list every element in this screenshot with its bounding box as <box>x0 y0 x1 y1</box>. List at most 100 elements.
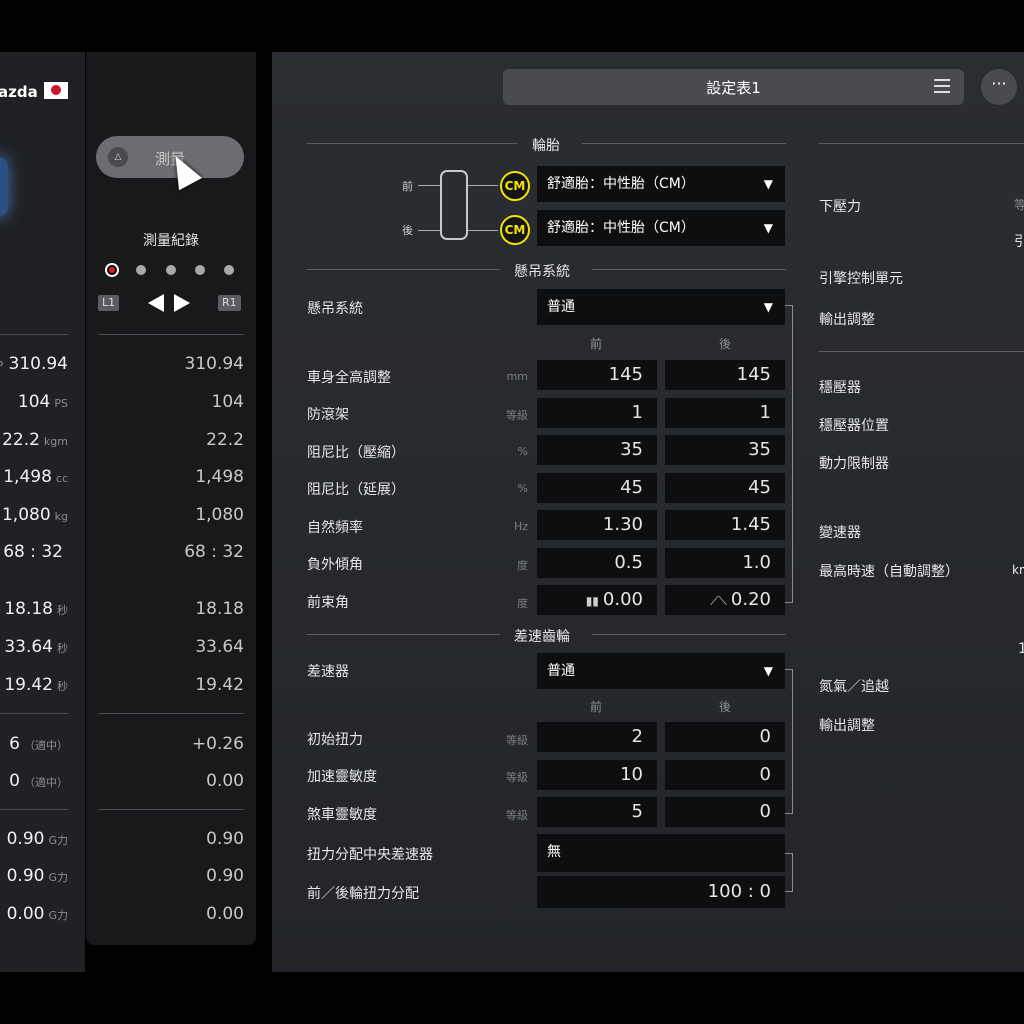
natural-frequency-rear[interactable]: 1.45 <box>665 510 785 540</box>
log-slot-2[interactable] <box>136 265 146 275</box>
nitrous-label: 氮氣／追越 <box>819 679 889 695</box>
tire-compound-badge-icon: CM <box>500 171 530 201</box>
car-manufacturer: azda <box>0 83 38 101</box>
ballast-position-label: 穩壓器位置 <box>819 418 889 434</box>
ride-height-rear[interactable]: 145 <box>665 360 785 390</box>
suspension-type-select[interactable]: 普通 ▼ <box>537 289 785 325</box>
r1-button[interactable]: R1 <box>218 295 241 311</box>
ecu-label: 引擎控制單元 <box>819 271 903 287</box>
damping-extension-label: 阻尼比（延展） <box>307 482 405 498</box>
more-options-button[interactable]: ··· <box>981 69 1017 105</box>
initial-torque-rear[interactable]: 0 <box>665 722 785 752</box>
compare-value: 33.64 <box>195 637 244 657</box>
axle-line <box>418 230 440 231</box>
natural-frequency-label: 自然頻率 <box>307 520 363 536</box>
bracket <box>785 305 793 603</box>
partial-text: km <box>1012 563 1024 577</box>
torque-split-value[interactable]: 100 : 0 <box>537 876 785 908</box>
unit-label: 等級 <box>506 409 528 422</box>
torque-split-label: 前／後輪扭力分配 <box>307 886 419 902</box>
section-title-tires: 輪胎 <box>532 138 560 154</box>
divider <box>98 334 244 335</box>
compare-value: +0.26 <box>191 734 244 754</box>
partial-text: 1 <box>1018 641 1024 657</box>
ride-height-front[interactable]: 145 <box>537 360 657 390</box>
compare-value: 1,498 <box>195 467 244 487</box>
spec-pp: P 310.94 <box>0 354 68 374</box>
accel-sensitivity-rear[interactable]: 0 <box>665 760 785 790</box>
anti-roll-bar-rear[interactable]: 1 <box>665 398 785 428</box>
toe-in-icon: ▮▮ <box>585 594 599 608</box>
log-slot-3[interactable] <box>166 265 176 275</box>
divider <box>98 809 244 810</box>
log-slot-5[interactable] <box>224 265 234 275</box>
damping-compression-rear[interactable]: 35 <box>665 435 785 465</box>
rear-header: 後 <box>719 700 732 714</box>
unit-label: 等級 <box>506 771 528 784</box>
toe-front[interactable]: ▮▮ 0.00 <box>537 585 657 615</box>
axle-line <box>418 185 440 186</box>
l1-button[interactable]: L1 <box>98 295 120 311</box>
damping-extension-front[interactable]: 45 <box>537 473 657 503</box>
spec-braking: 19.42 秒 <box>4 675 68 695</box>
setting-sheet-selector[interactable]: 設定表1 <box>503 69 964 105</box>
dropdown-arrow-icon: ▼ <box>763 300 773 314</box>
accel-sensitivity-front[interactable]: 10 <box>537 760 657 790</box>
accel-sensitivity-label: 加速靈敏度 <box>307 769 377 785</box>
rear-tire-select[interactable]: 舒適胎：中性胎（CM） ▼ <box>537 210 785 246</box>
section-divider <box>819 351 1024 352</box>
divider <box>0 713 68 714</box>
rear-axle-label: 後 <box>402 224 413 237</box>
natural-frequency-front[interactable]: 1.30 <box>537 510 657 540</box>
ride-height-label: 車身全高調整 <box>307 370 391 386</box>
damping-compression-front[interactable]: 35 <box>537 435 657 465</box>
compare-value: 0.90 <box>206 829 244 849</box>
toe-label: 前束角 <box>307 595 349 611</box>
brake-sensitivity-rear[interactable]: 0 <box>665 797 785 827</box>
damping-compression-label: 阻尼比（壓縮） <box>307 445 405 461</box>
tire-compound-badge-icon: CM <box>500 215 530 245</box>
prev-arrow-icon[interactable] <box>148 294 164 312</box>
spec-g-1: 0.90 G力 <box>6 829 68 849</box>
unit-label: 度 <box>517 597 528 610</box>
compare-value: 310.94 <box>184 354 244 374</box>
ballast-label: 穩壓器 <box>819 380 861 396</box>
tuning-settings-panel: 設定表1 ··· 輪胎 前 後 CM CM 舒適胎：中性胎（CM） ▼ 舒適胎：中… <box>272 52 1024 972</box>
brake-sensitivity-front[interactable]: 5 <box>537 797 657 827</box>
initial-torque-front[interactable]: 2 <box>537 722 657 752</box>
section-divider <box>592 269 786 270</box>
rear-header: 後 <box>719 337 732 351</box>
compare-value: 18.18 <box>195 599 244 619</box>
car-spec-panel: azda P 310.94 104PS 22.2kgm 1,498cc 1,08… <box>0 52 85 972</box>
transmission-label: 變速器 <box>819 525 861 541</box>
dropdown-arrow-icon: ▼ <box>763 664 773 678</box>
front-tire-select[interactable]: 舒適胎：中性胎（CM） ▼ <box>537 166 785 202</box>
japan-flag-icon <box>44 82 68 99</box>
measurement-compare-panel: △ 測量 測量紀錄 L1 R1 310.94 104 22.2 1,498 1,… <box>86 52 256 945</box>
differential-type-label: 差速器 <box>307 664 349 680</box>
camber-rear[interactable]: 1.0 <box>665 548 785 578</box>
spec-balance-1: 6 （適中） <box>9 734 68 754</box>
center-diff-label: 扭力分配中央差速器 <box>307 847 433 863</box>
initial-torque-label: 初始扭力 <box>307 732 363 748</box>
differential-type-select[interactable]: 普通 ▼ <box>537 653 785 689</box>
toe-rear[interactable]: ⟋⟍ 0.20 <box>665 585 785 615</box>
section-divider <box>592 634 786 635</box>
spec-g-2: 0.90 G力 <box>6 866 68 886</box>
compare-value: 1,080 <box>195 505 244 525</box>
output-adjust-2-label: 輸出調整 <box>819 718 875 734</box>
log-slot-1[interactable] <box>105 263 119 277</box>
camber-label: 負外傾角 <box>307 557 363 573</box>
section-divider <box>582 143 786 144</box>
log-slot-4[interactable] <box>195 265 205 275</box>
anti-roll-bar-front[interactable]: 1 <box>537 398 657 428</box>
divider <box>0 334 68 335</box>
compare-value: 19.42 <box>195 675 244 695</box>
camber-front[interactable]: 0.5 <box>537 548 657 578</box>
next-arrow-icon[interactable] <box>174 294 190 312</box>
damping-extension-rear[interactable]: 45 <box>665 473 785 503</box>
brake-sensitivity-label: 煞車靈敏度 <box>307 807 377 823</box>
center-diff-select[interactable]: 無 <box>537 834 785 872</box>
spec-accel-1: 18.18 秒 <box>4 599 68 619</box>
spec-g-3: 0.00 G力 <box>6 904 68 924</box>
